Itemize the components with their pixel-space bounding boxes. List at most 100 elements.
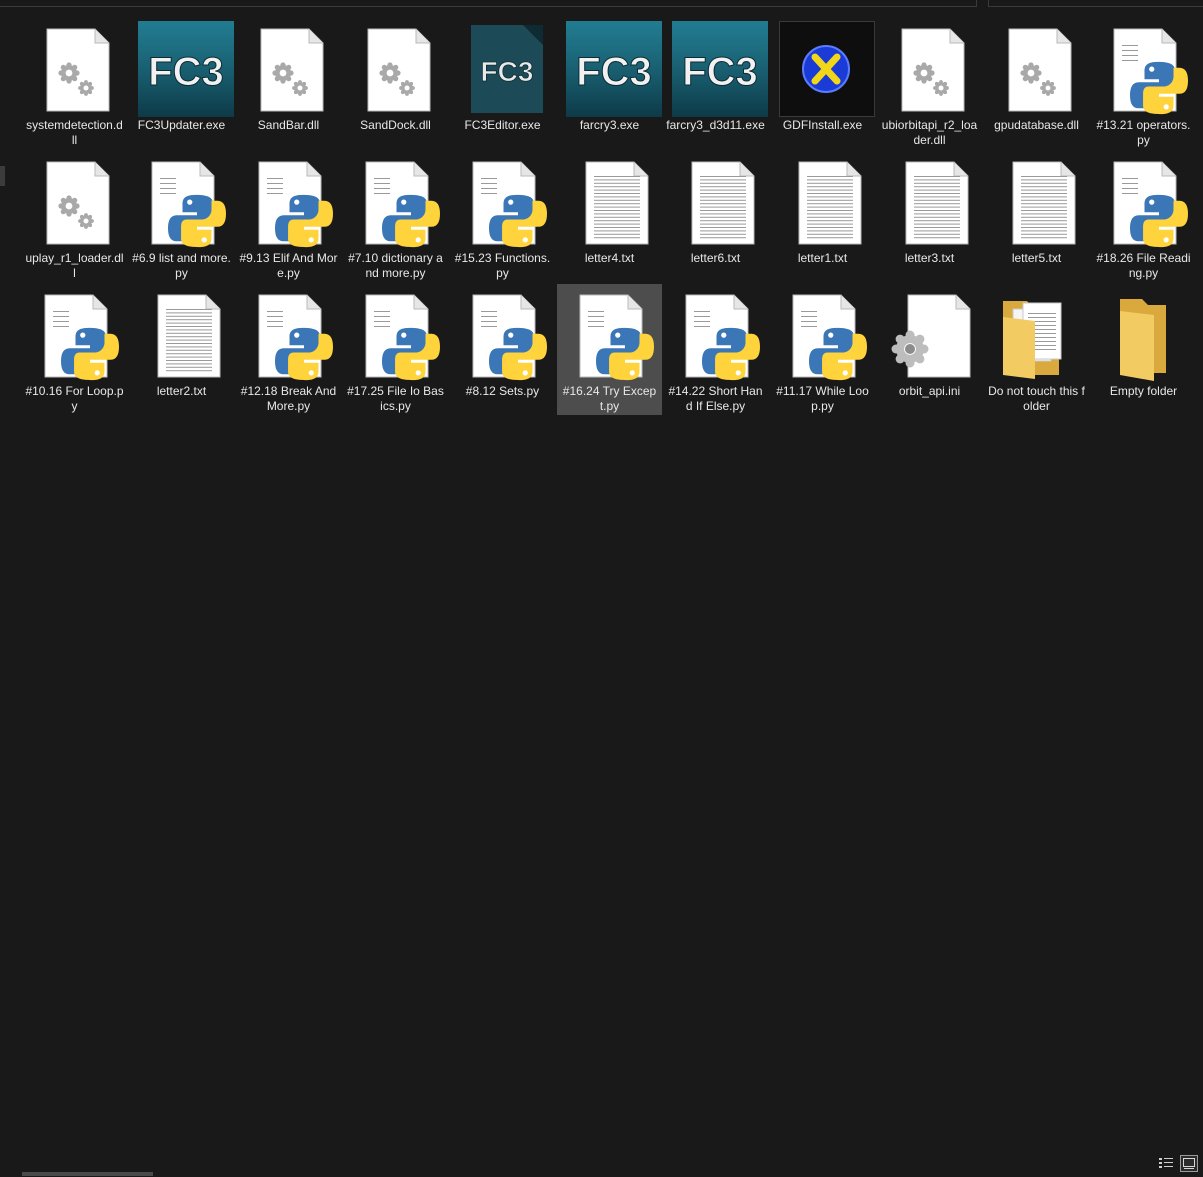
large-icons-view-button[interactable]: [1180, 1155, 1198, 1172]
file-name-label: Empty folder: [1109, 384, 1178, 398]
file-name-label: #7.10 dictionary and more.py: [348, 251, 443, 280]
settings-file-icon: [886, 287, 982, 383]
file-item[interactable]: letter3.txt: [877, 151, 982, 282]
file-name-label: #8.12 Sets.py: [465, 384, 540, 398]
file-name-label: FC3Updater.exe: [137, 118, 226, 132]
file-item[interactable]: letter1.txt: [770, 151, 875, 282]
python-file-icon: [1100, 154, 1196, 250]
file-item[interactable]: #8.12 Sets.py: [450, 284, 555, 415]
file-name-label: #18.26 File Reading.py: [1096, 251, 1191, 280]
python-file-icon: [779, 287, 875, 383]
svg-text:FC3: FC3: [481, 56, 534, 87]
file-item[interactable]: #10.16 For Loop.py: [22, 284, 127, 415]
file-item[interactable]: #11.17 While Loop.py: [770, 284, 875, 415]
python-file-icon: [459, 154, 555, 250]
details-view-icon: [1159, 1158, 1173, 1168]
gear-file-icon: [993, 21, 1089, 117]
file-name-label: uplay_r1_loader.dll: [25, 251, 124, 280]
text-file-icon: [993, 154, 1089, 250]
file-item[interactable]: #16.24 Try Except.py: [557, 284, 662, 415]
file-name-label: orbit_api.ini: [898, 384, 961, 398]
file-name-label: letter1.txt: [797, 251, 848, 265]
file-name-label: #17.25 File Io Basics.py: [347, 384, 444, 413]
file-name-label: FC3Editor.exe: [464, 118, 541, 132]
file-item[interactable]: #13.21 operators.py: [1091, 18, 1196, 149]
file-name-label: #10.16 For Loop.py: [25, 384, 124, 413]
file-name-label: letter4.txt: [584, 251, 635, 265]
text-file-icon: [779, 154, 875, 250]
fc3-small-app-icon: FC3: [459, 21, 555, 117]
file-name-label: GDFInstall.exe: [782, 118, 863, 132]
file-name-label: letter2.txt: [156, 384, 207, 398]
text-file-icon: [138, 287, 234, 383]
file-item[interactable]: letter5.txt: [984, 151, 1089, 282]
fc3-app-icon: FC3: [138, 21, 234, 117]
file-name-label: letter3.txt: [904, 251, 955, 265]
file-item[interactable]: gpudatabase.dll: [984, 18, 1089, 149]
python-file-icon: [1100, 21, 1196, 117]
file-item[interactable]: Empty folder: [1091, 284, 1196, 415]
file-name-label: SandBar.dll: [257, 118, 320, 132]
python-file-icon: [352, 287, 448, 383]
file-item[interactable]: FC3 FC3Editor.exe: [450, 18, 555, 149]
file-item[interactable]: Do not touch this folder: [984, 284, 1089, 415]
gear-file-icon: [886, 21, 982, 117]
file-item[interactable]: FC3 farcry3_d3d11.exe: [663, 18, 768, 149]
python-file-icon: [459, 287, 555, 383]
text-file-icon: [672, 154, 768, 250]
file-name-label: #15.23 Functions.py: [454, 251, 551, 280]
text-file-icon: [886, 154, 982, 250]
gear-file-icon: [31, 154, 127, 250]
svg-text:FC3: FC3: [576, 50, 652, 94]
file-item[interactable]: orbit_api.ini: [877, 284, 982, 415]
file-item[interactable]: systemdetection.dll: [22, 18, 127, 149]
file-name-label: letter6.txt: [690, 251, 741, 265]
file-item[interactable]: uplay_r1_loader.dll: [22, 151, 127, 282]
fc3-app-icon: FC3: [566, 21, 662, 117]
file-name-label: SandDock.dll: [360, 118, 431, 132]
file-item[interactable]: letter6.txt: [663, 151, 768, 282]
file-item[interactable]: SandDock.dll: [343, 18, 448, 149]
details-view-button[interactable]: [1157, 1155, 1175, 1172]
file-item[interactable]: ubiorbitapi_r2_loader.dll: [877, 18, 982, 149]
file-item[interactable]: #15.23 Functions.py: [450, 151, 555, 282]
python-file-icon: [566, 287, 662, 383]
fc3-app-icon: FC3: [672, 21, 768, 117]
file-name-label: farcry3.exe: [579, 118, 640, 132]
file-item[interactable]: #12.18 Break And More.py: [236, 284, 341, 415]
file-item[interactable]: letter4.txt: [557, 151, 662, 282]
address-bar[interactable]: [0, 0, 977, 7]
empty-folder-icon: [1100, 287, 1196, 383]
svg-text:FC3: FC3: [682, 50, 758, 94]
file-item[interactable]: SandBar.dll: [236, 18, 341, 149]
file-name-label: letter5.txt: [1011, 251, 1062, 265]
file-name-label: farcry3_d3d11.exe: [666, 118, 765, 132]
search-box[interactable]: [988, 0, 1203, 7]
python-file-icon: [138, 154, 234, 250]
file-item[interactable]: #17.25 File Io Basics.py: [343, 284, 448, 415]
file-item[interactable]: FC3 farcry3.exe: [557, 18, 662, 149]
file-item[interactable]: #9.13 Elif And More.py: [236, 151, 341, 282]
folder-with-files-icon: [993, 287, 1089, 383]
file-name-label: Do not touch this folder: [988, 384, 1085, 413]
file-name-label: #9.13 Elif And More.py: [239, 251, 338, 280]
python-file-icon: [31, 287, 127, 383]
file-name-label: ubiorbitapi_r2_loader.dll: [881, 118, 978, 147]
gear-file-icon: [245, 21, 341, 117]
file-item[interactable]: GDFInstall.exe: [770, 18, 875, 149]
python-file-icon: [672, 287, 768, 383]
gear-file-icon: [31, 21, 127, 117]
status-bar: [0, 576, 1203, 1176]
gear-file-icon: [352, 21, 448, 117]
file-item[interactable]: FC3 FC3Updater.exe: [129, 18, 234, 149]
python-file-icon: [352, 154, 448, 250]
text-file-icon: [566, 154, 662, 250]
navigation-pane-edge: [0, 166, 5, 186]
file-item[interactable]: #7.10 dictionary and more.py: [343, 151, 448, 282]
file-name-label: #14.22 Short Hand If Else.py: [668, 384, 763, 413]
file-item[interactable]: #6.9 list and more.py: [129, 151, 234, 282]
file-item[interactable]: #18.26 File Reading.py: [1091, 151, 1196, 282]
file-item[interactable]: #14.22 Short Hand If Else.py: [663, 284, 768, 415]
horizontal-scrollbar[interactable]: [22, 1172, 153, 1176]
file-item[interactable]: letter2.txt: [129, 284, 234, 415]
